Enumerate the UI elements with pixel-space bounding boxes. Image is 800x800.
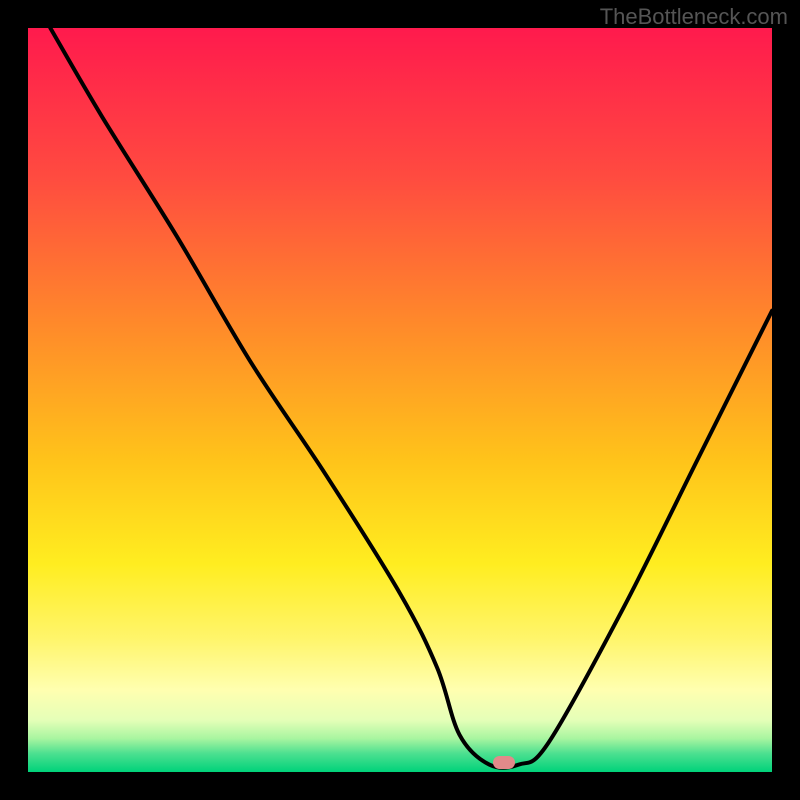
chart-plot-area xyxy=(28,28,772,772)
watermark-text: TheBottleneck.com xyxy=(600,4,788,30)
chart-curve xyxy=(28,28,772,772)
chart-marker xyxy=(493,756,515,769)
